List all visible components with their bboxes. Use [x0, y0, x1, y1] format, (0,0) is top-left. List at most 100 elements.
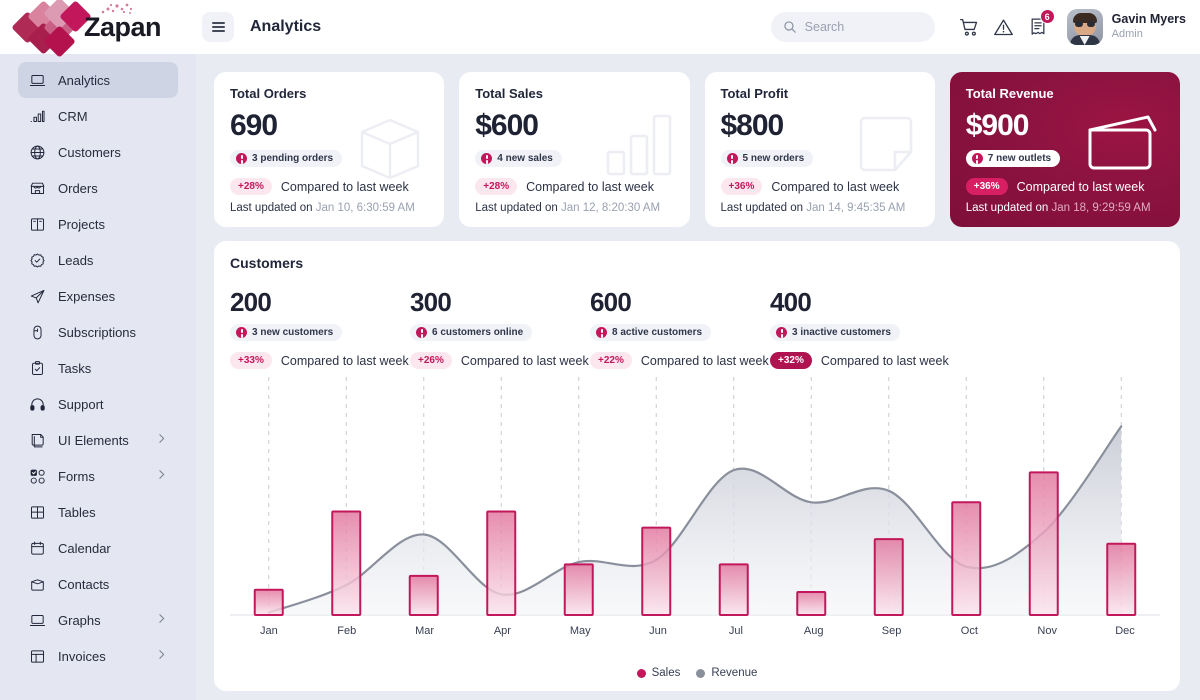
kpi-updated-label: Last updated on [475, 202, 558, 214]
x-axis-label: Sep [881, 625, 902, 637]
customers-panel: Customers 200 3 new customers +33% Compared… [214, 241, 1180, 691]
kpi-percent-badge: +28% [230, 178, 272, 195]
paper-plane-icon [28, 287, 46, 305]
sidebar-item-calendar[interactable]: Calendar [18, 530, 178, 566]
app-root: Zapan Analytics Search 6 Gavin Myers Adm… [0, 0, 1200, 700]
kpi-status-pill: 5 new orders [720, 150, 814, 167]
bar-chart-icon [28, 107, 46, 125]
sidebar-item-graphs[interactable]: Graphs [18, 602, 178, 638]
sidebar-item-subscriptions[interactable]: Subscriptions [18, 314, 178, 350]
top-header: Zapan Analytics Search 6 Gavin Myers Adm… [0, 0, 1200, 58]
alert-triangle-icon[interactable] [987, 10, 1021, 44]
exclamation-circle-icon [776, 327, 787, 338]
kpi-card-total-sales[interactable]: Total Sales $600 4 new sales +28% Compared t… [459, 72, 690, 227]
stat-compare-text: Compared to last week [640, 353, 769, 368]
stat-pill: 3 inactive customers [770, 324, 900, 341]
clipboard-check-icon [28, 359, 46, 377]
calendar-icon [28, 539, 46, 557]
avatar [1066, 9, 1103, 45]
sidebar-item-contacts[interactable]: Contacts [18, 566, 178, 602]
sidebar-item-expenses[interactable]: Expenses [18, 278, 178, 314]
x-axis-label: Jun [649, 625, 667, 637]
sidebar-item-label: UI Elements [58, 432, 129, 448]
chart-canvas [230, 377, 1160, 617]
kpi-last-updated: Last updated on Jan 12, 8:20:30 AM [475, 202, 660, 214]
globe-icon [28, 143, 46, 161]
sidebar-item-support[interactable]: Support [18, 386, 178, 422]
stat-percent-badge: +33% [230, 352, 272, 369]
diamond-grid-logo-icon [11, 0, 92, 58]
sidebar-item-analytics[interactable]: Analytics [18, 62, 178, 98]
hamburger-icon[interactable] [202, 12, 234, 42]
kpi-pill-text: 7 new outlets [987, 153, 1052, 164]
stat-percent-badge: +32% [770, 352, 812, 369]
chart-x-axis-labels: Jan Feb Mar Apr May Jun Jul Aug Sep Oct Nov Dec [230, 625, 1164, 637]
user-name: Gavin Myers [1111, 12, 1186, 27]
kpi-title: Total Revenue [965, 86, 1054, 101]
kpi-title: Total Sales [475, 86, 543, 101]
stat-pill-text: 6 customers online [432, 327, 524, 338]
sidebar-item-invoices[interactable]: Invoices [18, 638, 178, 674]
sidebar-item-label: Subscriptions [58, 324, 137, 340]
cart-icon[interactable] [953, 10, 987, 44]
stat-value: 400 [770, 287, 812, 317]
sidebar-item-label: Analytics [58, 72, 111, 88]
customer-stat-2: 600 8 active customers +22% Compared to las… [590, 289, 770, 369]
x-axis-label: Oct [960, 625, 978, 637]
chart-legend[interactable]: Sales Revenue [230, 667, 1164, 679]
layers-icon [28, 431, 46, 449]
sidebar-item-crm[interactable]: CRM [18, 98, 178, 134]
panel-title: Customers [230, 255, 304, 271]
chevron-right-icon[interactable] [155, 432, 168, 448]
sidebar-item-projects[interactable]: Projects [18, 206, 178, 242]
x-axis-label: Dec [1115, 625, 1135, 637]
sidebar-item-customers[interactable]: Customers [18, 134, 178, 170]
stat-value: 200 [230, 287, 272, 317]
sidebar-item-leads[interactable]: Leads [18, 242, 178, 278]
sidebar-item-forms[interactable]: Forms [18, 458, 178, 494]
chevron-right-icon[interactable] [155, 468, 168, 484]
exclamation-circle-icon [596, 327, 607, 338]
chevron-right-icon[interactable] [155, 612, 168, 628]
search-input[interactable] [804, 20, 923, 34]
customers-chart[interactable]: Jan Feb Mar Apr May Jun Jul Aug Sep Oct Nov Dec [230, 377, 1164, 645]
sidebar-item-label: Contacts [58, 576, 110, 592]
invoice-icon[interactable]: 6 [1021, 9, 1055, 44]
brand-logo[interactable]: Zapan [11, 0, 202, 58]
kpi-percent-badge: +36% [720, 178, 763, 195]
sidebar-item-label: Projects [58, 216, 105, 232]
exclamation-circle-icon [971, 153, 983, 164]
legend-label: Revenue [711, 667, 758, 679]
legend-item-sales[interactable]: Sales [636, 667, 680, 679]
exclamation-circle-icon [726, 153, 738, 164]
sidebar-item-ui-elements[interactable]: UI Elements [18, 422, 178, 458]
chevron-right-icon[interactable] [155, 648, 168, 664]
stat-compare-text: Compared to last week [820, 353, 949, 368]
stat-compare-row: +33% Compared to last week [230, 352, 410, 369]
x-axis-label: Nov [1037, 625, 1057, 637]
sidebar-item-label: Customers [58, 144, 121, 160]
stat-percent-badge: +26% [410, 352, 452, 369]
kpi-card-total-revenue[interactable]: Total Revenue $900 7 new outlets +36% Compar… [949, 72, 1180, 227]
kpi-card-total-profit[interactable]: Total Profit $800 5 new orders +36% Compared… [704, 72, 935, 227]
sidebar-item-orders[interactable]: Orders [18, 170, 178, 206]
kpi-updated-time: Jan 14, 9:45:35 AM [806, 202, 906, 214]
kpi-title: Total Profit [720, 86, 789, 101]
sidebar-item-tasks[interactable]: Tasks [18, 350, 178, 386]
sidebar-item-tables[interactable]: Tables [18, 494, 178, 530]
headset-icon [28, 395, 46, 413]
sidebar-item-label: Orders [58, 180, 98, 196]
kpi-compare-text: Compared to last week [1016, 179, 1145, 194]
kpi-card-total-orders[interactable]: Total Orders 690 3 pending orders +28% Compa… [214, 72, 445, 227]
sidebar-item-label: Graphs [58, 612, 101, 628]
search-input-wrapper[interactable] [770, 12, 935, 42]
kpi-title: Total Orders [230, 86, 307, 101]
kpi-pill-text: 3 pending orders [252, 153, 334, 164]
x-axis-label: Jan [260, 625, 278, 637]
sidebar-item-label: Expenses [58, 288, 116, 304]
brand-name-text: Zapan [84, 11, 162, 42]
kpi-updated-time: Jan 10, 6:30:59 AM [315, 202, 415, 214]
legend-item-revenue[interactable]: Revenue [696, 667, 757, 679]
sidebar-nav[interactable]: Analytics CRM Customers Orders Projects Leads… [0, 54, 196, 700]
user-menu[interactable]: Gavin Myers Admin [1066, 9, 1186, 45]
